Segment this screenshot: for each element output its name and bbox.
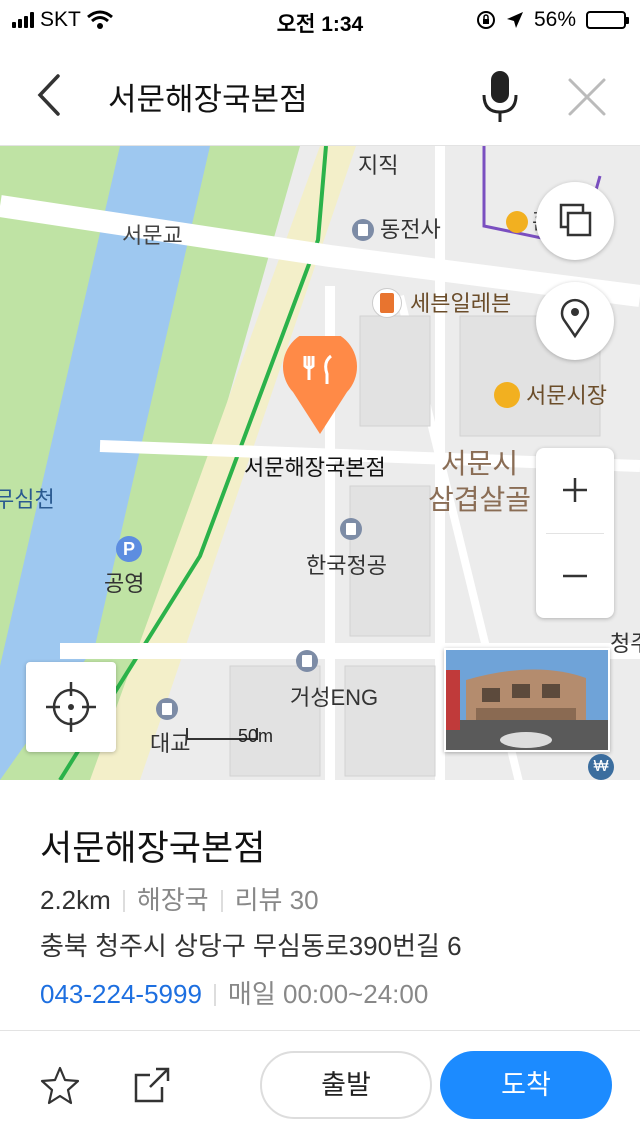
place-review-count[interactable]: 리뷰 30 <box>235 885 319 915</box>
place-hours: 매일 00:00~24:00 <box>227 979 429 1009</box>
star-icon[interactable] <box>40 1065 80 1105</box>
map-label-seven: 세븐일레븐 <box>410 291 512 316</box>
place-marker-button[interactable] <box>536 282 614 360</box>
building-icon <box>340 518 362 540</box>
back-icon[interactable] <box>30 70 70 120</box>
roadview-thumbnail[interactable] <box>444 648 610 752</box>
place-contact: 043-224-5999 매일 00:00~24:00 <box>40 974 428 1011</box>
map-label-geoseong: 거성ENG <box>290 685 379 710</box>
arrive-button[interactable]: 도착 <box>440 1051 612 1119</box>
app: SKT 오전 1:34 56% 서문해장국본점 지직 동전사 서문교 세븐일레븐… <box>0 0 640 1136</box>
layers-icon <box>559 203 592 237</box>
building-icon <box>296 650 318 672</box>
map-poi-seven-eleven[interactable]: 세븐일레븐 <box>372 286 511 318</box>
crosshair-icon <box>46 682 96 732</box>
map-label-musimcheon: 무심천 <box>0 487 55 512</box>
place-address[interactable]: 충북 청주시 상당구 무심동로390번길 6 <box>40 926 462 963</box>
zoom-controls <box>536 448 614 618</box>
status-bar: SKT 오전 1:34 56% <box>0 0 640 40</box>
map-label-seomungyo: 서문교 <box>122 223 183 248</box>
share-icon[interactable] <box>132 1065 172 1105</box>
map-poi-dongjeonsa[interactable]: 동전사 <box>352 212 441 244</box>
rotation-lock-icon <box>476 11 495 29</box>
battery-label: 56% <box>533 8 576 31</box>
shop-icon <box>506 211 528 233</box>
place-name[interactable]: 서문해장국본점 <box>40 820 265 871</box>
bottom-action-bar: 출발 도착 <box>0 1030 640 1136</box>
map-label-daegyo: 대교 <box>150 731 191 756</box>
divider <box>122 890 125 912</box>
map-poi-parking[interactable]: P 공영 <box>104 536 144 598</box>
map-label-pin-name: 서문해장국본점 <box>244 455 386 480</box>
depart-button[interactable]: 출발 <box>260 1051 432 1119</box>
place-meta: 2.2km 해장국 리뷰 30 <box>40 880 319 917</box>
market-icon <box>494 382 520 408</box>
zoom-in-icon[interactable] <box>536 448 614 533</box>
map-poi-daegyo[interactable]: 대교 <box>150 698 190 758</box>
status-right: 56% <box>476 8 629 32</box>
map-label-dongjeonsa: 동전사 <box>380 217 441 242</box>
divider <box>213 984 216 1006</box>
parking-icon: P <box>116 536 142 562</box>
map-label-cheong: 청주 <box>610 631 640 656</box>
search-header: 서문해장국본점 <box>0 40 640 146</box>
map-pin-outline-icon <box>560 298 590 339</box>
divider <box>220 890 223 912</box>
map-poi-geoseong[interactable]: 거성ENG <box>290 650 378 712</box>
zoom-out-icon[interactable] <box>536 534 614 618</box>
atm-icon[interactable]: ₩ <box>588 754 614 780</box>
map-label-samgyeop-alley[interactable]: 서문시 삼겹살골 <box>428 446 531 518</box>
seven-eleven-icon <box>372 288 402 318</box>
map-poi-seomun-market[interactable]: 서문시장 <box>494 378 607 410</box>
current-location-button[interactable] <box>26 662 116 752</box>
map-label-jijik[interactable]: 지직 <box>358 148 398 180</box>
map-poi-hankook[interactable]: 한국정공 <box>306 518 387 580</box>
search-query[interactable]: 서문해장국본점 <box>108 74 308 119</box>
place-info-panel[interactable]: 서문해장국본점 2.2km 해장국 리뷰 30 충북 청주시 상당구 무심동로390… <box>0 780 640 1030</box>
map-label-gongyeong: 공영 <box>104 571 145 596</box>
building-icon <box>352 219 374 241</box>
battery-icon <box>586 11 629 29</box>
map-view[interactable]: 지직 동전사 홈 서문교 세븐일레븐 서문시장 서문해장국본점 서문시 삼겹살골… <box>0 146 640 780</box>
microphone-icon[interactable] <box>478 68 522 124</box>
roadview-photo <box>446 650 608 750</box>
layers-button[interactable] <box>536 182 614 260</box>
place-pin-icon[interactable] <box>283 336 357 436</box>
place-phone[interactable]: 043-224-5999 <box>40 979 202 1009</box>
close-icon[interactable] <box>566 76 608 118</box>
place-distance: 2.2km <box>40 885 111 915</box>
building-icon <box>156 698 178 720</box>
location-arrow-icon <box>506 12 523 28</box>
map-label-seomun-market: 서문시장 <box>526 383 607 408</box>
place-category: 해장국 <box>136 885 209 915</box>
scale-label: 50m <box>238 726 274 746</box>
map-label-hankook: 한국정공 <box>306 553 387 578</box>
